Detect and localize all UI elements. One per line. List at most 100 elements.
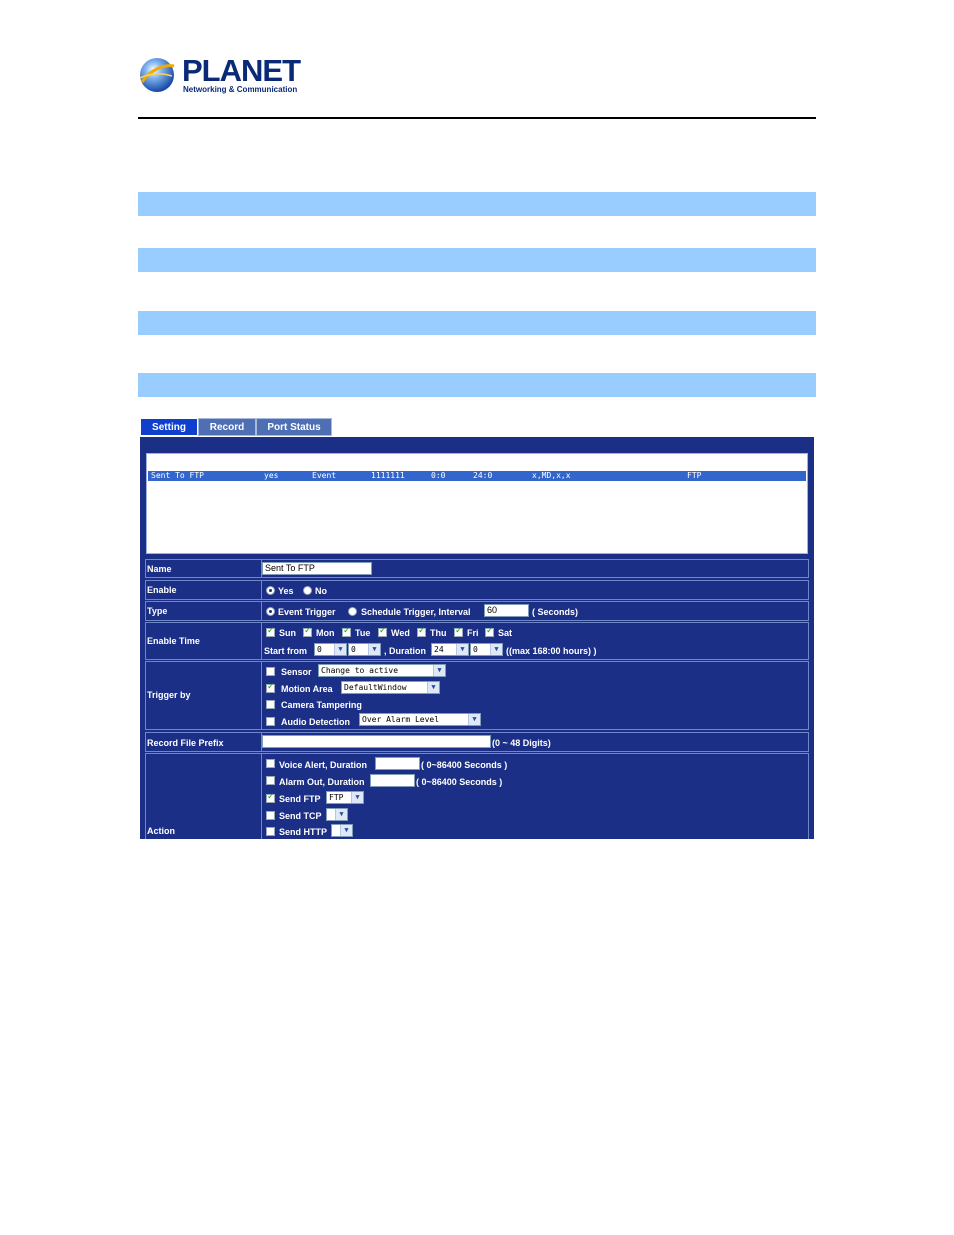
audio-detection-label: Audio Detection (281, 717, 350, 727)
voice-alert-duration-input[interactable] (375, 757, 420, 770)
type-event-radio[interactable] (266, 607, 275, 616)
section-bar (138, 311, 816, 335)
sensor-checkbox[interactable] (266, 667, 275, 676)
chevron-down-icon: ▼ (334, 644, 346, 655)
enable-label: Enable (147, 585, 177, 595)
send-ftp-checkbox[interactable] (266, 792, 275, 803)
voice-alert-label: Voice Alert, Duration (279, 760, 368, 770)
send-ftp-select[interactable]: FTP ▼ (326, 791, 364, 804)
chevron-down-icon: ▼ (456, 644, 468, 655)
alarm-out-label: Alarm Out, Duration (279, 777, 365, 787)
type-schedule-label: Schedule Trigger, Interval (361, 607, 471, 617)
motion-area-label: Motion Area (281, 684, 333, 694)
motion-area-select[interactable]: DefaultWindow ▼ (341, 681, 440, 694)
day-sat-label: Sat (498, 628, 513, 638)
cell-weekday: 1111111 (371, 471, 405, 480)
chevron-down-icon: ▼ (335, 809, 347, 820)
col-action: Action (688, 457, 717, 466)
type-event-label: Event Trigger (278, 607, 336, 617)
col-start: Start (432, 457, 457, 466)
type-label: Type (147, 606, 168, 616)
record-prefix-label: Record File Prefix (147, 738, 224, 748)
day-mon-checkbox[interactable] (303, 626, 312, 637)
day-sun-checkbox[interactable] (266, 626, 275, 637)
duration-minute-select[interactable]: 0 ▼ (470, 643, 503, 656)
chevron-down-icon: ▼ (368, 644, 380, 655)
send-ftp-label: Send FTP (279, 794, 321, 804)
day-thu-label: Thu (430, 628, 447, 638)
day-fri-checkbox[interactable] (454, 626, 463, 637)
send-http-select[interactable]: ▼ (331, 824, 353, 837)
name-row: Name (145, 559, 809, 578)
voice-alert-note: ( 0~86400 Seconds ) (421, 760, 508, 770)
motion-area-checkbox[interactable] (266, 682, 275, 693)
name-input[interactable]: Sent To FTP (262, 562, 372, 575)
enable-no-radio[interactable] (303, 586, 312, 595)
col-duration: Duration (474, 457, 513, 466)
chevron-down-icon: ▼ (490, 644, 502, 655)
chevron-down-icon: ▼ (351, 792, 363, 803)
enable-row: Enable (145, 580, 809, 600)
send-http-label: Send HTTP (279, 827, 328, 837)
record-prefix-input[interactable] (262, 735, 491, 748)
tab-bar: Setting Record Port Status (140, 418, 332, 436)
camera-tampering-label: Camera Tampering (281, 700, 362, 710)
col-weekday: Weekday (372, 457, 406, 466)
tab-port-status[interactable]: Port Status (256, 418, 332, 436)
sensor-label: Sensor (281, 667, 312, 677)
type-schedule-radio[interactable] (348, 607, 357, 616)
day-mon-label: Mon (316, 628, 335, 638)
cell-start: 0:0 (431, 471, 446, 480)
camera-tampering-checkbox[interactable] (266, 700, 275, 709)
send-tcp-label: Send TCP (279, 811, 322, 821)
day-thu-checkbox[interactable] (417, 626, 426, 637)
duration-note: ((max 168:00 hours) ) (506, 646, 597, 656)
section-bar (138, 192, 816, 216)
enable-no-label: No (315, 586, 327, 596)
day-sat-checkbox[interactable] (485, 626, 494, 637)
header-divider (138, 117, 816, 119)
type-row: Type (145, 601, 809, 621)
action-label: Action (147, 826, 175, 836)
chevron-down-icon: ▼ (468, 714, 480, 725)
send-tcp-checkbox[interactable] (266, 811, 275, 820)
section-bar (138, 248, 816, 272)
event-list[interactable] (146, 453, 808, 554)
day-tue-label: Tue (355, 628, 371, 638)
start-from-label: Start from (264, 646, 308, 656)
cell-enable: yes (264, 471, 279, 480)
cell-trigger: x,MD,x,x (532, 471, 571, 480)
send-http-checkbox[interactable] (266, 827, 275, 836)
day-fri-label: Fri (467, 628, 479, 638)
duration-hour-select[interactable]: 24 ▼ (431, 643, 469, 656)
start-minute-select[interactable]: 0 ▼ (348, 643, 381, 656)
alarm-out-checkbox[interactable] (266, 776, 275, 785)
duration-label: , Duration (384, 646, 426, 656)
audio-level-select[interactable]: Over Alarm Level ▼ (359, 713, 481, 726)
cell-type: Event (312, 471, 337, 480)
interval-input[interactable]: 60 (484, 604, 529, 617)
enable-yes-label: Yes (278, 586, 294, 596)
send-tcp-select[interactable]: ▼ (326, 808, 348, 821)
enable-yes-radio[interactable] (266, 586, 275, 595)
alarm-out-duration-input[interactable] (370, 774, 415, 787)
alarm-out-note: ( 0~86400 Seconds ) (416, 777, 503, 787)
col-name: Name (152, 457, 172, 466)
name-label: Name (147, 564, 172, 574)
tab-record[interactable]: Record (198, 418, 256, 436)
sensor-select[interactable]: Change to active ▼ (318, 664, 446, 677)
day-tue-checkbox[interactable] (342, 626, 351, 637)
globe-icon (139, 58, 175, 92)
audio-detection-checkbox[interactable] (266, 717, 275, 726)
cell-action: FTP (687, 471, 702, 480)
col-type: Type (313, 457, 333, 466)
tab-setting[interactable]: Setting (140, 418, 198, 436)
start-hour-select[interactable]: 0 ▼ (314, 643, 347, 656)
crop-mask (138, 839, 818, 851)
brand-tagline: Networking & Communication (183, 85, 298, 94)
enable-time-label: Enable Time (147, 636, 200, 646)
day-wed-checkbox[interactable] (378, 626, 387, 637)
chevron-down-icon: ▼ (340, 825, 352, 836)
voice-alert-checkbox[interactable] (266, 759, 275, 768)
col-trigger: Trigger by Prefix (533, 457, 615, 466)
